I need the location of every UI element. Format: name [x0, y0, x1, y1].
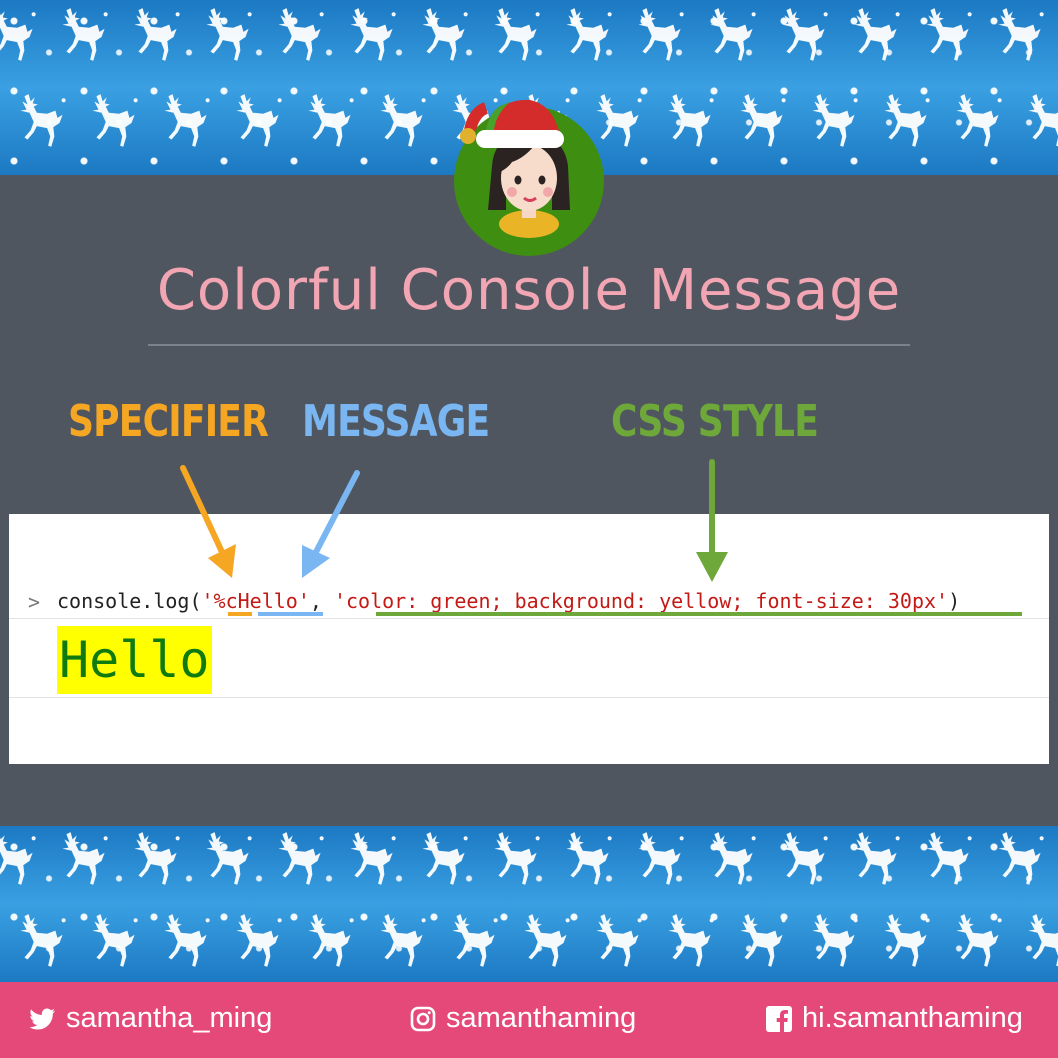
reindeer-icon — [268, 828, 334, 894]
reindeer-icon — [628, 828, 694, 894]
reindeer-icon — [82, 90, 148, 156]
reindeer-icon — [772, 828, 838, 894]
message-underline — [258, 612, 323, 616]
reindeer-icon — [340, 4, 406, 70]
instagram-handle: samanthaming — [446, 1002, 637, 1034]
title-divider — [148, 344, 910, 346]
reindeer-icon — [0, 828, 46, 894]
reindeer-icon — [52, 828, 118, 894]
reindeer-icon — [154, 90, 220, 156]
reindeer-icon — [370, 910, 436, 976]
reindeer-icon — [124, 828, 190, 894]
style-string: 'color: green; background: yellow; font-… — [333, 589, 949, 613]
reindeer-icon — [298, 90, 364, 156]
console-divider — [9, 697, 1049, 698]
reindeer-icon — [226, 910, 292, 976]
code-prefix: console.log( — [57, 589, 202, 613]
reindeer-icon — [556, 828, 622, 894]
reindeer-icon — [82, 910, 148, 976]
reindeer-icon — [700, 828, 766, 894]
twitter-link[interactable]: samantha_ming — [30, 1002, 272, 1035]
specifier-underline — [228, 612, 252, 616]
specifier-label: SPECIFIER — [68, 396, 269, 447]
page-title: Colorful Console Message — [156, 258, 902, 323]
reindeer-row — [0, 4, 1058, 70]
reindeer-icon — [514, 910, 580, 976]
reindeer-icon — [10, 910, 76, 976]
reindeer-icon — [370, 90, 436, 156]
reindeer-icon — [988, 4, 1054, 70]
css-style-underline — [376, 612, 1022, 616]
reindeer-row — [0, 828, 1058, 894]
reindeer-icon — [772, 4, 838, 70]
reindeer-icon — [268, 4, 334, 70]
reindeer-icon — [874, 90, 940, 156]
reindeer-icon — [844, 4, 910, 70]
reindeer-icon — [1018, 90, 1058, 156]
reindeer-icon — [412, 828, 478, 894]
reindeer-icon — [628, 4, 694, 70]
reindeer-icon — [844, 828, 910, 894]
reindeer-icon — [658, 910, 724, 976]
reindeer-icon — [442, 910, 508, 976]
reindeer-icon — [412, 4, 478, 70]
reindeer-icon — [484, 828, 550, 894]
reindeer-icon — [196, 828, 262, 894]
instagram-link[interactable]: samanthaming — [410, 1002, 636, 1035]
reindeer-icon — [802, 90, 868, 156]
reindeer-icon — [556, 4, 622, 70]
elf-avatar — [454, 99, 604, 256]
reindeer-icon — [124, 4, 190, 70]
reindeer-icon — [484, 4, 550, 70]
reindeer-icon — [916, 4, 982, 70]
console-divider — [9, 618, 1049, 619]
prompt-chevron-icon: > — [28, 590, 41, 614]
reindeer-icon — [196, 4, 262, 70]
console-output: Hello — [57, 626, 212, 694]
reindeer-icon — [946, 90, 1012, 156]
code-suffix: ) — [948, 589, 961, 613]
reindeer-icon — [586, 910, 652, 976]
reindeer-icon — [946, 910, 1012, 976]
reindeer-icon — [916, 828, 982, 894]
instagram-icon — [410, 1006, 436, 1031]
reindeer-icon — [730, 910, 796, 976]
facebook-link[interactable]: hi.samanthaming — [766, 1002, 1023, 1035]
reindeer-icon — [802, 910, 868, 976]
reindeer-pattern-bottom — [0, 826, 1058, 982]
message-label: MESSAGE — [302, 396, 490, 447]
reindeer-icon — [874, 910, 940, 976]
twitter-icon — [30, 1008, 55, 1029]
facebook-icon — [766, 1005, 792, 1032]
reindeer-icon — [700, 4, 766, 70]
reindeer-icon — [988, 828, 1054, 894]
reindeer-icon — [298, 910, 364, 976]
reindeer-icon — [52, 4, 118, 70]
console-panel: > console.log('%cHello', 'color: green; … — [9, 514, 1049, 764]
footer-bar: samantha_ming samanthaming hi.samanthami… — [0, 982, 1058, 1058]
twitter-handle: samantha_ming — [66, 1002, 273, 1034]
reindeer-icon — [0, 4, 46, 70]
reindeer-row — [10, 910, 1058, 976]
reindeer-icon — [10, 90, 76, 156]
css-style-label: CSS STYLE — [611, 396, 819, 447]
specifier-string: '%cHello' — [201, 589, 310, 613]
console-input-line[interactable]: console.log('%cHello', 'color: green; ba… — [57, 589, 960, 613]
reindeer-icon — [154, 910, 220, 976]
reindeer-icon — [226, 90, 292, 156]
facebook-handle: hi.samanthaming — [802, 1002, 1023, 1034]
reindeer-icon — [1018, 910, 1058, 976]
reindeer-icon — [730, 90, 796, 156]
reindeer-icon — [340, 828, 406, 894]
code-separator: , — [309, 589, 334, 613]
reindeer-icon — [658, 90, 724, 156]
